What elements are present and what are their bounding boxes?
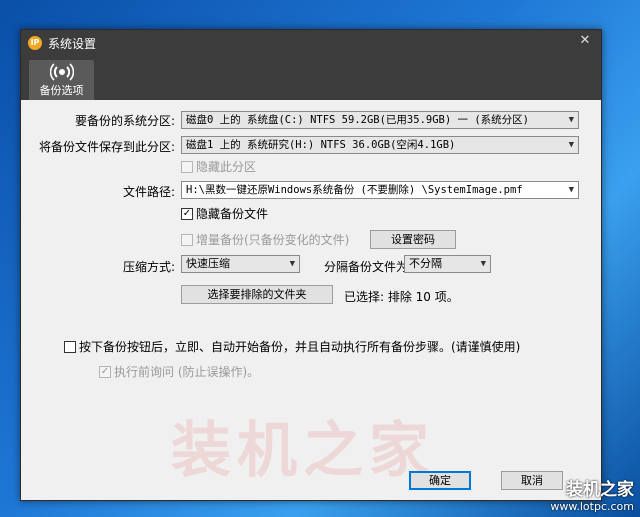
close-icon[interactable]: ✕ xyxy=(575,32,595,50)
watermark-text: 装机之家 xyxy=(171,416,435,486)
compression-select[interactable]: 快速压缩 ▼ xyxy=(181,255,300,273)
ask-before-checkbox[interactable]: ✓ 执行前询问 (防止误操作)。 xyxy=(99,363,259,380)
source-partition-label: 要备份的系统分区: xyxy=(74,114,175,128)
tab-backup-options[interactable]: 备份选项 xyxy=(29,60,94,100)
file-path-label: 文件路径: xyxy=(122,185,175,199)
corner-logo-title: 装机之家 xyxy=(566,480,634,500)
dest-partition-label: 将备份文件保存到此分区: xyxy=(38,140,175,154)
hide-backup-file-label: 隐藏备份文件 xyxy=(196,207,269,221)
window-title: 系统设置 xyxy=(48,37,97,51)
source-partition-value: 磁盘0 上的 系统盘(C:) NTFS 59.2GB(已用35.9GB) 一 (… xyxy=(186,114,529,126)
incremental-backup-label: 增量备份(只备份变化的文件) xyxy=(196,233,350,247)
corner-logo: 装机之家 www.lotpc.com xyxy=(550,475,634,513)
split-file-value: 不分隔 xyxy=(409,257,442,270)
checkbox-checked-icon: ✓ xyxy=(181,207,193,220)
select-exclude-folders-button[interactable]: 选择要排除的文件夹 xyxy=(181,285,333,304)
checkbox-box xyxy=(181,160,193,173)
dest-partition-select[interactable]: 磁盘1 上的 系统研究(H:) NTFS 36.0GB(空闲4.1GB) ▼ xyxy=(181,136,579,154)
chevron-down-icon: ▼ xyxy=(568,140,574,150)
settings-dialog: IP 系统设置 ✕ 备份选项 要备份的系统分区: 磁盘0 上的 系统盘(C:) … xyxy=(20,29,602,501)
incremental-backup-checkbox[interactable]: 增量备份(只备份变化的文件) xyxy=(181,231,349,248)
hide-partition-label: 隐藏此分区 xyxy=(196,160,257,174)
file-path-input[interactable]: H:\黑数一键还原Windows系统备份 (不要删除) \SystemImage… xyxy=(181,181,579,199)
chevron-down-icon: ▼ xyxy=(568,185,574,195)
compression-value: 快速压缩 xyxy=(186,257,230,270)
title-bar: IP 系统设置 ✕ 备份选项 xyxy=(21,30,601,100)
split-file-select[interactable]: 不分隔 ▼ xyxy=(404,255,491,273)
ask-before-label: 执行前询问 (防止误操作)。 xyxy=(114,365,260,379)
split-file-label: 分隔备份文件为: xyxy=(324,260,413,274)
chevron-down-icon: ▼ xyxy=(568,115,574,125)
checkbox-box xyxy=(181,233,193,246)
dest-partition-value: 磁盘1 上的 系统研究(H:) NTFS 36.0GB(空闲4.1GB) xyxy=(186,139,456,151)
hide-partition-checkbox[interactable]: 隐藏此分区 xyxy=(181,158,256,175)
source-partition-select[interactable]: 磁盘0 上的 系统盘(C:) NTFS 59.2GB(已用35.9GB) 一 (… xyxy=(181,111,579,129)
compression-label: 压缩方式: xyxy=(122,260,175,274)
chevron-down-icon: ▼ xyxy=(480,259,486,269)
exclude-status-text: 已选择: 排除 10 项。 xyxy=(344,290,459,304)
corner-logo-url: www.lotpc.com xyxy=(550,500,634,513)
auto-start-label: 按下备份按钮后，立即、自动开始备份，并且自动执行所有备份步骤。(请谨慎使用) xyxy=(79,340,521,354)
checkbox-checked-icon: ✓ xyxy=(99,365,111,378)
ok-button[interactable]: 确定 xyxy=(409,471,471,490)
checkbox-box xyxy=(64,340,76,353)
tab-label: 备份选项 xyxy=(39,84,84,97)
set-password-button[interactable]: 设置密码 xyxy=(370,230,456,249)
file-path-value: H:\黑数一键还原Windows系统备份 (不要删除) \SystemImage… xyxy=(186,184,523,196)
auto-start-checkbox[interactable]: 按下备份按钮后，立即、自动开始备份，并且自动执行所有备份步骤。(请谨慎使用) xyxy=(64,338,520,355)
chevron-down-icon: ▼ xyxy=(289,259,295,269)
hide-backup-file-checkbox[interactable]: ✓ 隐藏备份文件 xyxy=(181,205,268,222)
broadcast-icon xyxy=(49,63,74,81)
app-logo-icon: IP xyxy=(28,36,42,50)
